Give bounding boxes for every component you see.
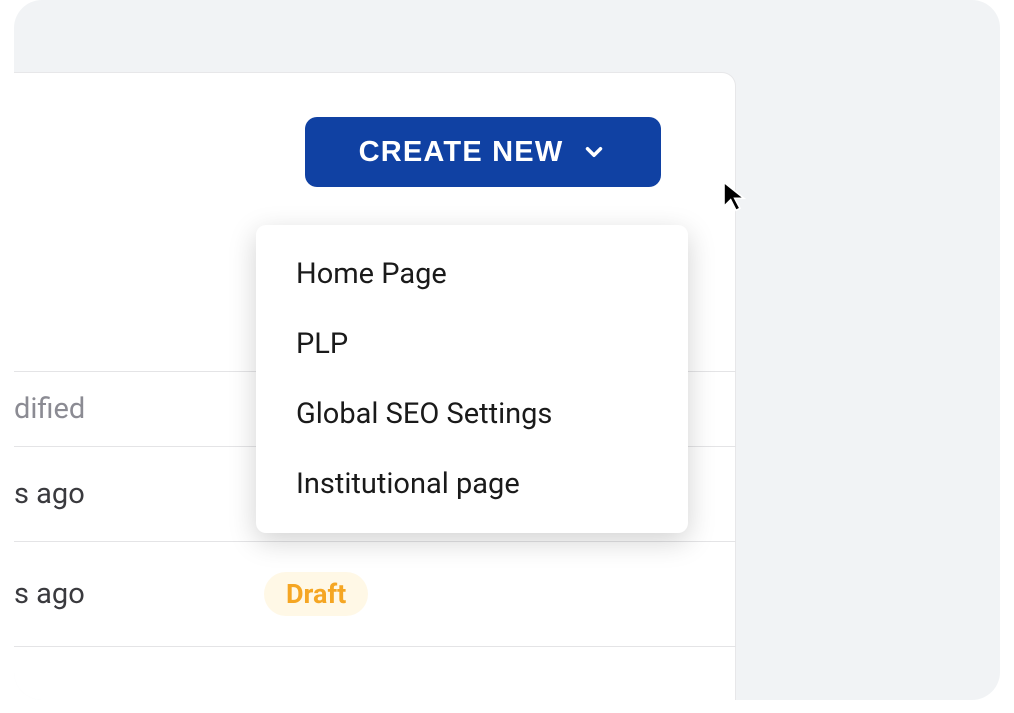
create-new-label: CREATE NEW xyxy=(359,136,564,169)
row-time-fragment: s ago xyxy=(14,577,264,611)
row-time-fragment: s ago xyxy=(14,477,264,511)
chevron-down-icon xyxy=(581,139,607,165)
cursor-icon xyxy=(722,181,750,217)
outer-frame: CREATE NEW dified s ago s ago Draft Home… xyxy=(14,0,1000,700)
status-badge-draft: Draft xyxy=(264,572,368,616)
dropdown-item-plp[interactable]: PLP xyxy=(256,309,688,379)
table-row[interactable]: s ago Draft xyxy=(14,542,736,647)
create-new-dropdown: Home Page PLP Global SEO Settings Instit… xyxy=(256,225,688,533)
create-new-button[interactable]: CREATE NEW xyxy=(305,117,661,187)
dropdown-item-global-seo[interactable]: Global SEO Settings xyxy=(256,379,688,449)
dropdown-item-institutional[interactable]: Institutional page xyxy=(256,449,688,519)
dropdown-item-home-page[interactable]: Home Page xyxy=(256,239,688,309)
inner-panel: CREATE NEW dified s ago s ago Draft Home… xyxy=(14,72,736,700)
